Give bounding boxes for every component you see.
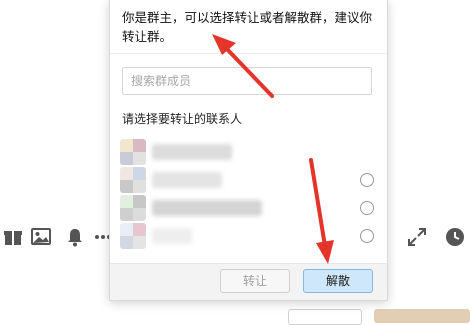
divider <box>110 53 387 54</box>
image-icon[interactable] <box>30 226 52 248</box>
member-list <box>110 138 387 250</box>
member-avatar <box>120 139 146 165</box>
expand-icon[interactable] <box>406 226 428 248</box>
member-avatar <box>120 195 146 221</box>
member-row[interactable] <box>110 138 387 166</box>
select-contact-label: 请选择要转让的联系人 <box>122 112 243 126</box>
background-send-button <box>374 309 470 323</box>
member-name-blurred <box>152 228 192 244</box>
member-name-blurred <box>152 172 222 188</box>
owner-notice-text: 你是群主，可以选择转让或者解散群，建议你转让群。 <box>122 10 373 44</box>
member-avatar <box>120 167 146 193</box>
member-avatar <box>120 223 146 249</box>
member-name-blurred <box>152 144 232 160</box>
more-icon[interactable] <box>94 226 110 248</box>
member-name-blurred <box>152 200 262 216</box>
background-button <box>288 309 362 325</box>
member-radio-button[interactable] <box>360 229 374 243</box>
transfer-button[interactable]: 转让 <box>220 269 290 293</box>
member-radio-button[interactable] <box>360 173 374 187</box>
bell-icon[interactable] <box>64 226 86 248</box>
member-row[interactable] <box>110 222 387 250</box>
member-radio-button[interactable] <box>360 201 374 215</box>
gift-icon[interactable] <box>2 226 24 248</box>
history-icon[interactable] <box>444 226 466 248</box>
transfer-or-dissolve-dialog: 你是群主，可以选择转让或者解散群，建议你转让群。 请选择要转让的联系人 转让 解… <box>109 0 388 301</box>
dissolve-button[interactable]: 解散 <box>303 269 373 293</box>
dialog-footer: 转让 解散 <box>110 263 387 300</box>
member-row[interactable] <box>110 194 387 222</box>
search-members-input[interactable] <box>122 67 372 95</box>
member-row[interactable] <box>110 166 387 194</box>
